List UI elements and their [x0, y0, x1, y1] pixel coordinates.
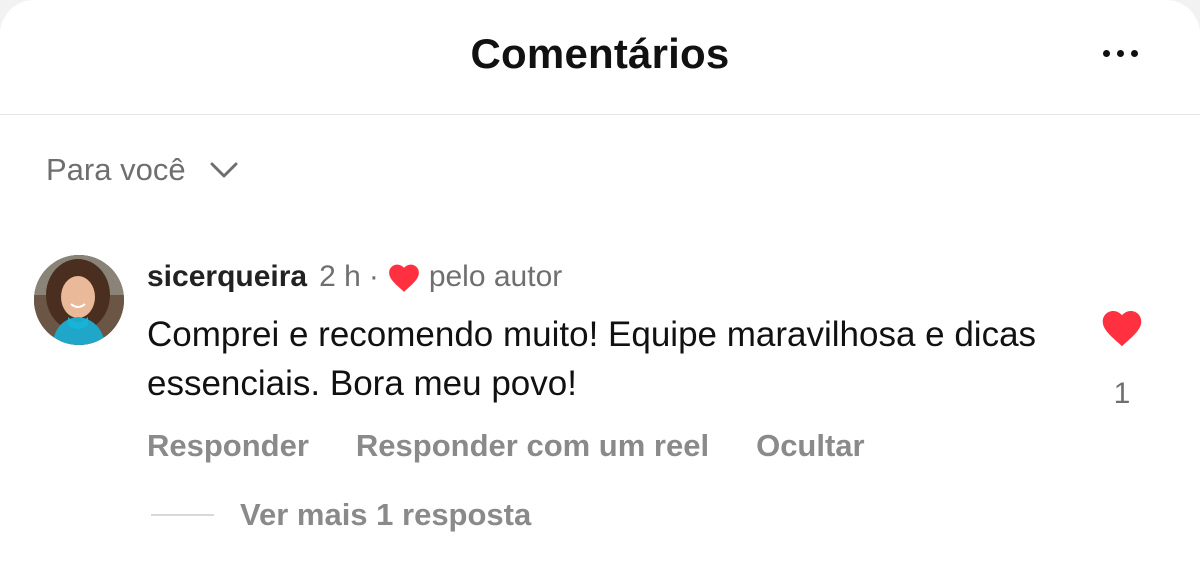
chevron-down-icon [210, 162, 238, 178]
meta-separator: · [368, 260, 379, 293]
view-more-replies-button[interactable]: Ver mais 1 resposta [151, 497, 531, 533]
more-dot-icon [1131, 50, 1138, 57]
comment-body: sicerqueira 2 h · pelo autor Comprei e r… [147, 252, 1047, 464]
comment-username[interactable]: sicerqueira [147, 260, 307, 294]
hide-button[interactable]: Ocultar [756, 428, 865, 464]
comment-text: Comprei e recomendo muito! Equipe maravi… [147, 315, 1037, 403]
avatar-image [34, 255, 124, 345]
more-dot-icon [1117, 50, 1124, 57]
comments-header: Comentários [0, 0, 1200, 115]
avatar[interactable] [34, 255, 124, 345]
sort-filter-label: Para você [46, 152, 186, 187]
like-heart-icon[interactable] [1100, 307, 1144, 347]
view-more-replies-label: Ver mais 1 resposta [240, 497, 532, 532]
reply-with-reel-button[interactable]: Responder com um reel [356, 428, 709, 464]
more-options-button[interactable] [1099, 46, 1142, 61]
reply-button[interactable]: Responder [147, 428, 309, 464]
heart-icon [388, 264, 419, 292]
sort-filter-dropdown[interactable]: Para você [46, 152, 238, 188]
like-count: 1 [1113, 377, 1131, 410]
page-title: Comentários [470, 30, 730, 77]
liked-by-author-label: pelo autor [428, 260, 563, 293]
more-dot-icon [1103, 50, 1110, 57]
liked-by-author-badge: pelo autor [387, 260, 562, 294]
comment-like-column: 1 [1097, 307, 1147, 411]
replies-divider-line [151, 514, 214, 516]
comment-actions: Responder Responder com um reel Ocultar [147, 428, 1047, 464]
comments-sheet: Comentários Para você sicerqueira 2 h · … [0, 0, 1200, 562]
comment-timestamp: 2 h [319, 260, 361, 293]
comment-meta: sicerqueira 2 h · pelo autor [147, 252, 1047, 302]
